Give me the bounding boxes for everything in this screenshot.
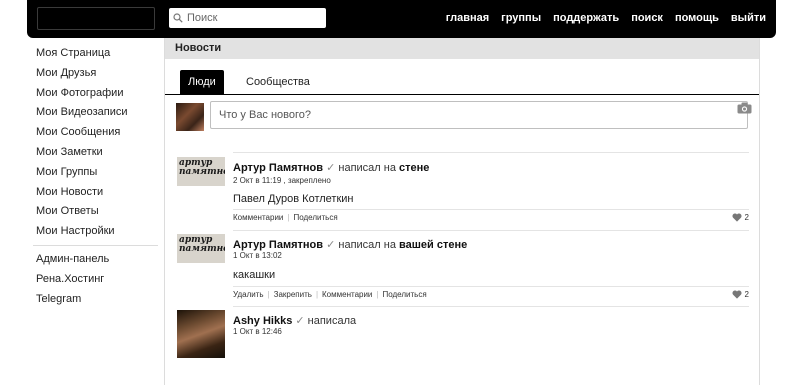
top-header: главная группы поддержать поиск помощь в… xyxy=(27,0,776,38)
nav-groups[interactable]: группы xyxy=(501,12,541,24)
post-actions: Комментарии | Поделиться 2 xyxy=(233,209,749,225)
like-button[interactable]: 2 xyxy=(732,290,749,299)
sidebar-item-photos[interactable]: Мои Фотографии xyxy=(36,84,158,104)
sidebar-item-settings[interactable]: Мои Настройки xyxy=(36,222,158,242)
nav-home[interactable]: главная xyxy=(446,12,489,24)
like-button[interactable]: 2 xyxy=(732,213,749,222)
sidebar: Моя Страница Мои Друзья Мои Фотографии М… xyxy=(33,44,158,309)
post-avatar[interactable]: артур памятнов xyxy=(177,234,225,263)
post-timestamp[interactable]: 1 Окт в 12:46 xyxy=(233,327,282,336)
post-header: Артур Памятнов ✓ написал на вашей стене xyxy=(233,238,467,251)
post-verb: написала xyxy=(307,315,357,327)
camera-icon[interactable] xyxy=(737,102,752,114)
post-body: какашки xyxy=(233,269,276,281)
user-avatar[interactable] xyxy=(176,103,204,131)
sidebar-item-hosting[interactable]: Рена.Хостинг xyxy=(36,269,158,289)
post-timestamp[interactable]: 2 Окт в 11:19 , закреплено xyxy=(233,176,331,185)
tab-communities[interactable]: Сообщества xyxy=(238,70,318,94)
status-input[interactable] xyxy=(219,109,699,121)
verified-check-icon: ✓ xyxy=(326,239,336,251)
share-link[interactable]: Поделиться xyxy=(293,213,337,222)
heart-icon xyxy=(732,290,742,299)
avatar-caption: артур памятнов xyxy=(179,235,225,254)
composer-field[interactable] xyxy=(210,101,748,129)
post-actions: Удалить | Закрепить | Комментарии | Поде… xyxy=(233,286,749,302)
action-divider: | xyxy=(267,290,270,299)
post-avatar[interactable]: артур памятнов xyxy=(177,157,225,186)
sidebar-item-messages[interactable]: Мои Сообщения xyxy=(36,123,158,143)
post-header: Артур Памятнов ✓ написал на стене xyxy=(233,161,429,174)
top-nav: главная группы поддержать поиск помощь в… xyxy=(446,12,766,24)
sidebar-item-notes[interactable]: Мои Заметки xyxy=(36,143,158,163)
search-icon xyxy=(173,13,183,23)
action-divider: | xyxy=(287,213,290,222)
post-author[interactable]: Артур Памятнов xyxy=(233,239,323,251)
delete-link[interactable]: Удалить xyxy=(233,290,264,299)
post-verb: написал на xyxy=(338,162,396,174)
post-verb: написал на xyxy=(338,239,396,251)
tab-people[interactable]: Люди xyxy=(180,70,224,94)
post-divider xyxy=(233,306,749,307)
pin-link[interactable]: Закрепить xyxy=(274,290,312,299)
sidebar-item-friends[interactable]: Мои Друзья xyxy=(36,64,158,84)
search-box[interactable] xyxy=(169,8,326,28)
site-logo[interactable] xyxy=(37,7,155,30)
nav-search[interactable]: поиск xyxy=(631,12,663,24)
action-divider: | xyxy=(315,290,319,299)
post-target[interactable]: стене xyxy=(399,162,429,174)
post-author[interactable]: Ashy Hikks xyxy=(233,315,292,327)
sidebar-item-my-page[interactable]: Моя Страница xyxy=(36,44,158,64)
search-input[interactable] xyxy=(187,12,317,24)
post-composer xyxy=(165,95,759,142)
like-count: 2 xyxy=(744,213,749,222)
sidebar-item-news[interactable]: Мои Новости xyxy=(36,183,158,203)
sidebar-item-telegram[interactable]: Telegram xyxy=(36,289,158,309)
comments-link[interactable]: Комментарии xyxy=(322,290,372,299)
post-divider xyxy=(233,152,749,153)
post-timestamp[interactable]: 1 Окт в 13:02 xyxy=(233,251,282,260)
post-author[interactable]: Артур Памятнов xyxy=(233,162,323,174)
verified-check-icon: ✓ xyxy=(326,162,336,174)
avatar-caption: артур памятнов xyxy=(179,158,225,177)
sidebar-item-groups[interactable]: Мои Группы xyxy=(36,163,158,183)
action-divider: | xyxy=(376,290,379,299)
share-link[interactable]: Поделиться xyxy=(382,290,426,299)
comments-link[interactable]: Комментарии xyxy=(233,213,283,222)
news-panel: Новости Люди Сообщества артур памятнов А… xyxy=(164,38,760,385)
post-body: Павел Дуров Котлеткин xyxy=(233,193,354,205)
sidebar-item-answers[interactable]: Мои Ответы xyxy=(36,202,158,222)
nav-donate[interactable]: поддержать xyxy=(553,12,619,24)
sidebar-divider xyxy=(33,244,158,246)
verified-check-icon: ✓ xyxy=(295,315,305,327)
post-target[interactable]: вашей стене xyxy=(399,239,467,251)
sidebar-item-admin[interactable]: Админ-панель xyxy=(36,249,158,269)
post-avatar[interactable] xyxy=(177,310,225,358)
post-header: Ashy Hikks ✓ написала xyxy=(233,314,356,327)
like-count: 2 xyxy=(744,290,749,299)
news-tabs: Люди Сообщества xyxy=(165,59,759,95)
nav-logout[interactable]: выйти xyxy=(731,12,766,24)
page-title: Новости xyxy=(165,38,759,59)
sidebar-item-videos[interactable]: Мои Видеозаписи xyxy=(36,103,158,123)
nav-help[interactable]: помощь xyxy=(675,12,719,24)
post-divider xyxy=(233,230,749,231)
heart-icon xyxy=(732,213,742,222)
